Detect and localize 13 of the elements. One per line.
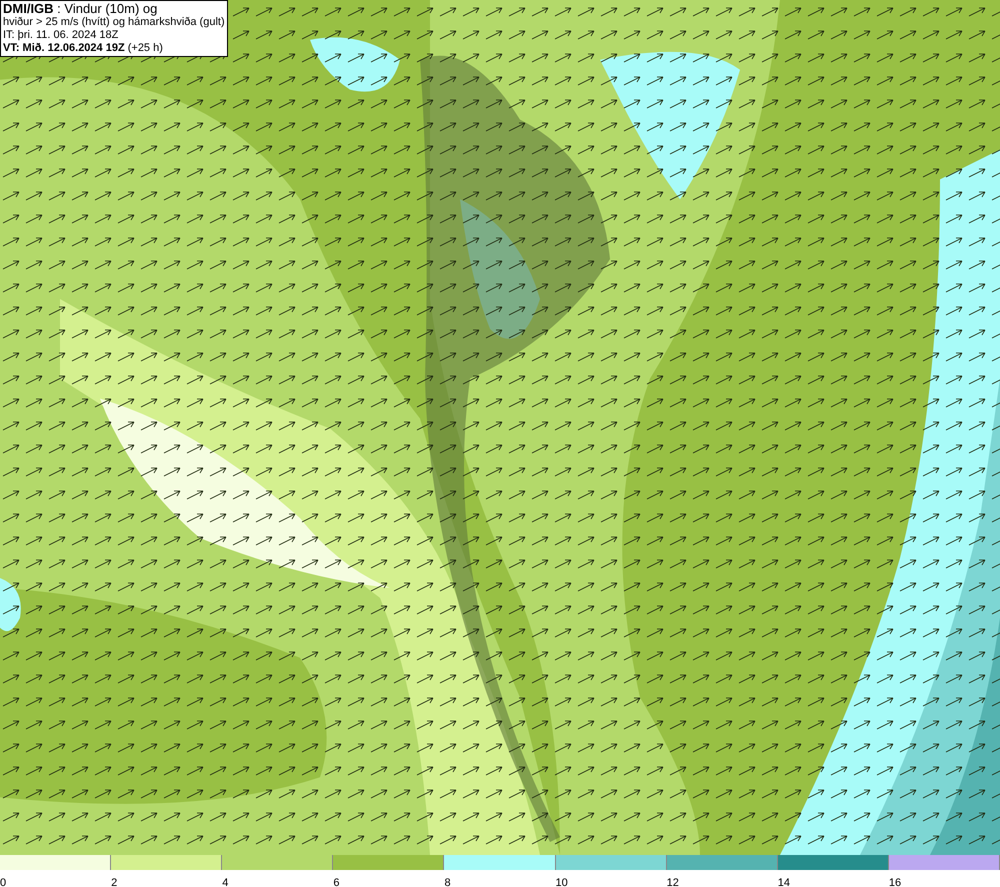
info-line: DMI/IGB : Vindur (10m) og xyxy=(3,2,158,16)
legend-label: 6 xyxy=(333,877,340,887)
legend-label: 16 xyxy=(888,877,902,887)
legend-label: 8 xyxy=(444,877,451,887)
legend-label: 12 xyxy=(666,877,679,887)
legend-label: 0 xyxy=(0,877,6,887)
info-line: VT: Mið. 12.06.2024 19Z (+25 h) xyxy=(3,42,164,55)
legend-label: 10 xyxy=(556,877,568,887)
info-line: IT: þri. 11. 06. 2024 18Z xyxy=(3,29,120,42)
legend-label: 2 xyxy=(111,877,118,887)
legend-label: 14 xyxy=(778,877,790,887)
legend-label: 4 xyxy=(222,877,228,887)
info-line: hviður > 25 m/s (hvítt) og hámarkshviða (gult) xyxy=(3,16,225,29)
